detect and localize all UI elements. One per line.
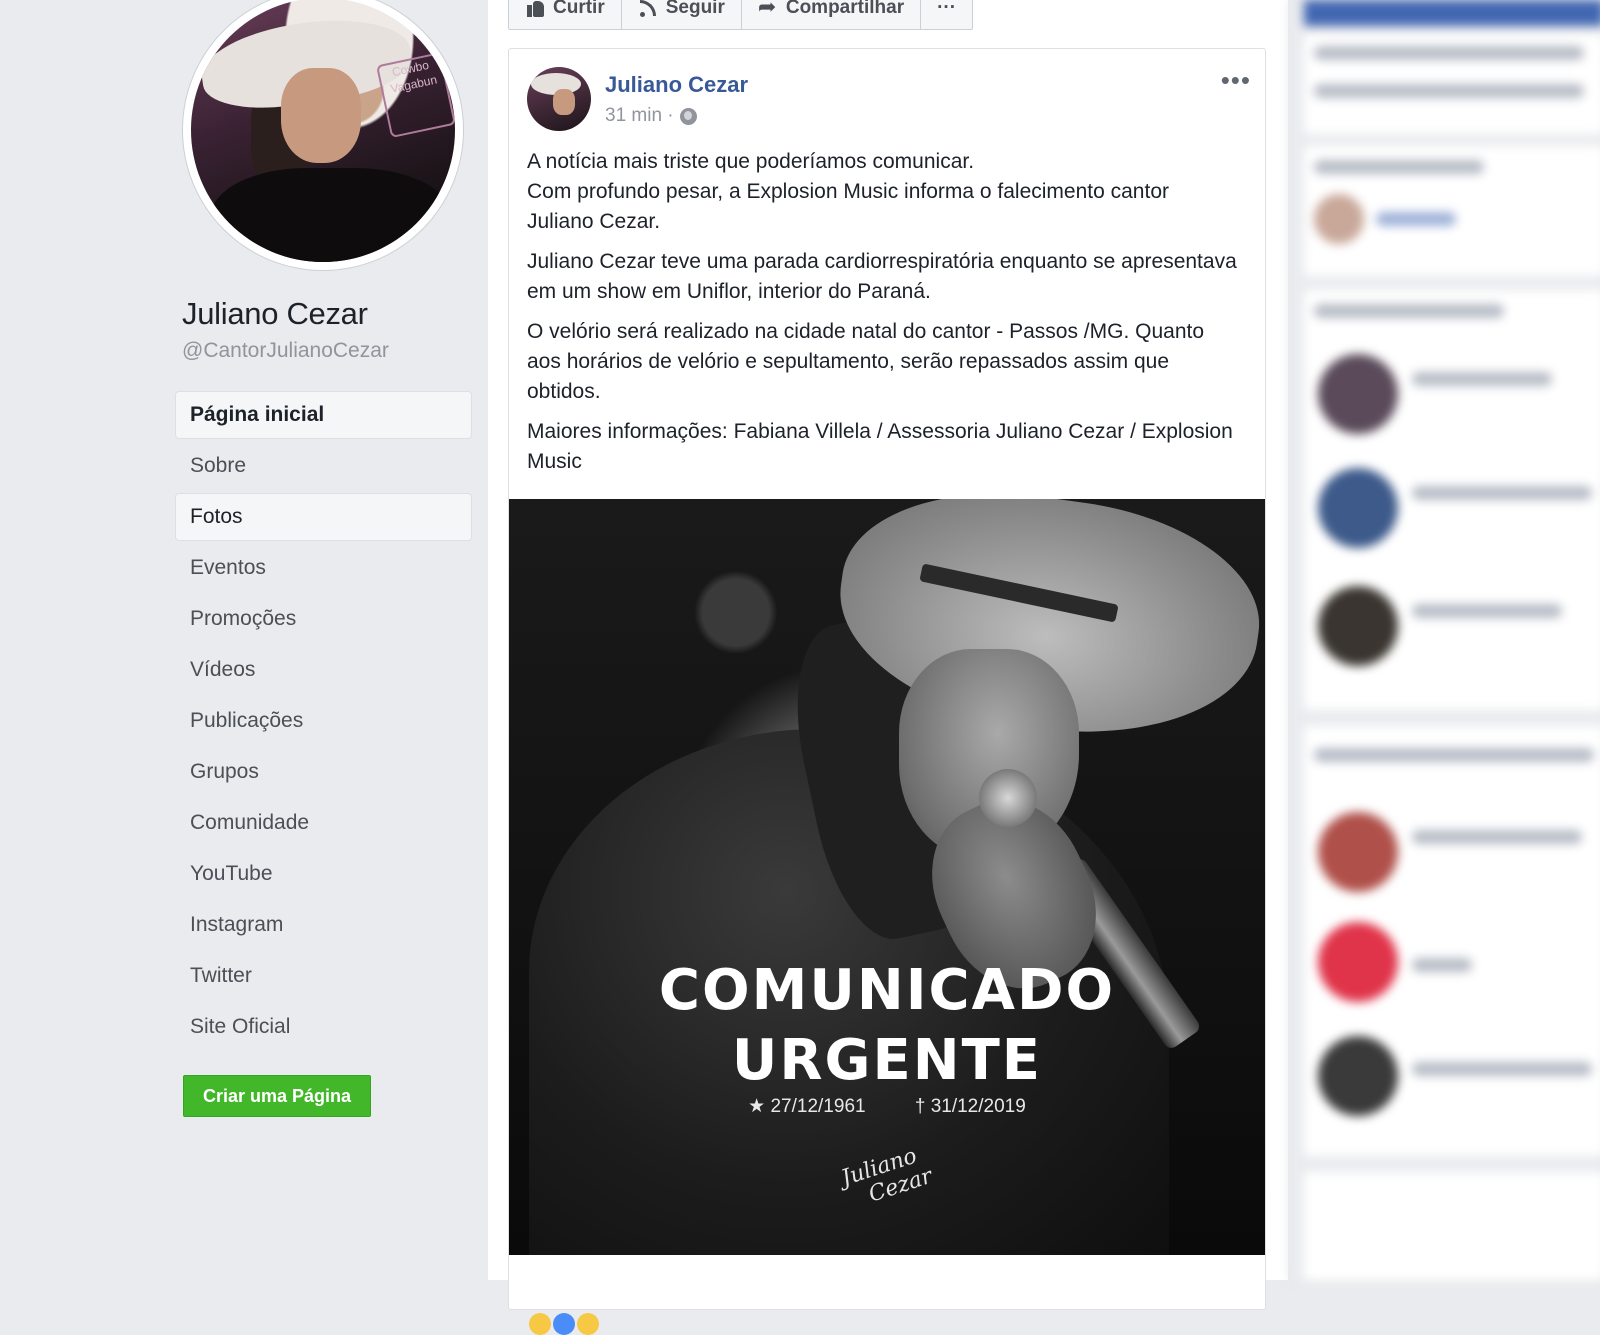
post-card: Juliano Cezar 31 min · ••• A notícia mai…: [508, 48, 1266, 1335]
more-options-button[interactable]: ···: [921, 0, 972, 29]
share-arrow-icon: [758, 0, 778, 20]
post-paragraph: Juliano Cezar teve uma parada cardiorres…: [527, 250, 1237, 303]
like-label: Curtir: [553, 0, 605, 18]
nav-item[interactable]: Página inicial: [176, 392, 471, 438]
nav-item[interactable]: Grupos: [176, 749, 471, 795]
post-text: A notícia mais triste que poderíamos com…: [527, 147, 1237, 487]
nav-item[interactable]: Instagram: [176, 902, 471, 948]
blurred-card: [1304, 146, 1600, 276]
haha-reaction-icon: [529, 1313, 551, 1335]
photo-title-line1: COMUNICADO: [658, 958, 1116, 1023]
nav-item[interactable]: Promoções: [176, 596, 471, 642]
right-sidebar-blurred: [1288, 0, 1600, 1280]
post-paragraph: O velório será realizado na cidade natal…: [527, 320, 1205, 403]
create-page-button[interactable]: Criar uma Página: [183, 1075, 371, 1117]
facebook-page: Cowbo Vagabun Juliano Cezar @CantorJulian…: [0, 0, 1600, 1335]
page-handle[interactable]: @CantorJulianoCezar: [182, 339, 389, 363]
blurred-card: [1304, 34, 1600, 134]
like-button[interactable]: Curtir: [509, 0, 622, 29]
post-options-button[interactable]: •••: [1221, 65, 1251, 96]
microphone-graphic: [979, 769, 1037, 827]
more-dots-icon: ···: [937, 0, 957, 18]
share-button[interactable]: Compartilhar: [742, 0, 922, 29]
page-title: Juliano Cezar: [182, 296, 368, 331]
nav-item[interactable]: Publicações: [176, 698, 471, 744]
blurred-card: [1304, 726, 1600, 1156]
nav-item[interactable]: Fotos: [176, 494, 471, 540]
sad-reaction-icon: [577, 1313, 599, 1335]
nav-item[interactable]: Sobre: [176, 443, 471, 489]
nav-item[interactable]: Site Oficial: [176, 1004, 471, 1050]
cowboy-sign-graphic: Cowbo Vagabun: [376, 51, 455, 139]
reaction-summary[interactable]: [529, 1313, 599, 1335]
follow-button[interactable]: Seguir: [622, 0, 742, 29]
post-paragraph: Maiores informações: Fabiana Villela / A…: [527, 420, 1233, 473]
like-reaction-icon: [553, 1313, 575, 1335]
post-meta: 31 min ·: [605, 105, 697, 127]
birth-date: ★ 27/12/1961: [748, 1096, 866, 1117]
rss-follow-icon: [638, 0, 658, 18]
profile-picture[interactable]: Cowbo Vagabun: [183, 0, 463, 270]
timeline: Curtir Seguir Compartilhar ··· Juliano C…: [488, 0, 1288, 1335]
page-action-bar: Curtir Seguir Compartilhar ···: [508, 0, 974, 30]
photo-dates: ★ 27/12/1961 † 31/12/2019: [509, 1095, 1265, 1118]
post-photo[interactable]: COMUNICADO URGENTE ★ 27/12/1961 † 31/12/…: [509, 499, 1265, 1255]
death-date: † 31/12/2019: [914, 1096, 1026, 1117]
post-author-avatar[interactable]: [527, 67, 591, 131]
nav-item[interactable]: YouTube: [176, 851, 471, 897]
share-label: Compartilhar: [785, 0, 905, 18]
post-paragraph: A notícia mais triste que poderíamos com…: [527, 150, 1169, 233]
nav-item[interactable]: Twitter: [176, 953, 471, 999]
blurred-button: [1304, 0, 1600, 26]
nav-item[interactable]: Eventos: [176, 545, 471, 591]
thumbs-up-icon: [525, 0, 545, 18]
left-sidebar: Cowbo Vagabun Juliano Cezar @CantorJulian…: [0, 0, 488, 1280]
post-timestamp[interactable]: 31 min ·: [605, 105, 674, 127]
page-navigation: Página inicial Sobre Fotos Eventos Promoções…: [176, 392, 471, 1055]
blurred-card: [1304, 1172, 1600, 1280]
photo-title-line2: URGENTE: [731, 1028, 1043, 1093]
nav-item[interactable]: Vídeos: [176, 647, 471, 693]
globe-icon: [679, 107, 697, 125]
nav-item[interactable]: Comunidade: [176, 800, 471, 846]
avatar: Cowbo Vagabun: [191, 0, 455, 262]
follow-label: Seguir: [665, 0, 725, 18]
blurred-card: [1304, 290, 1600, 710]
post-author-link[interactable]: Juliano Cezar: [605, 72, 748, 98]
